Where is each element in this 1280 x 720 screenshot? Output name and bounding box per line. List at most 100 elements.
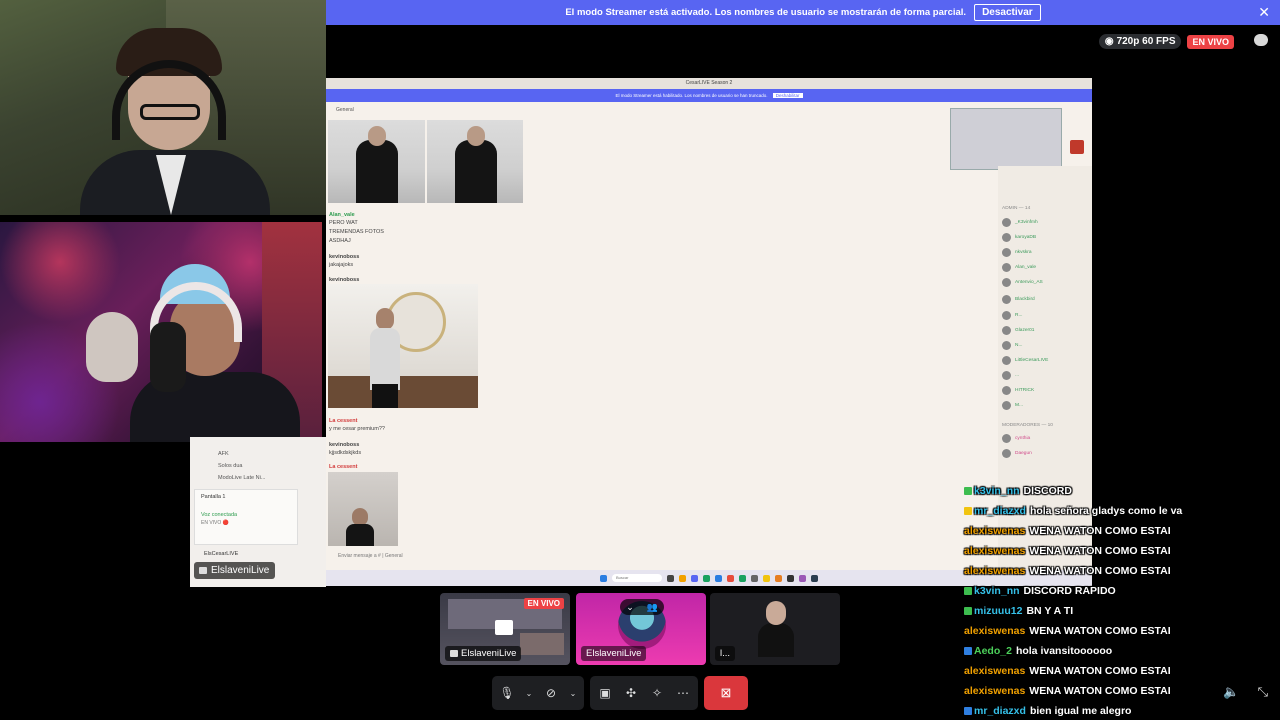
- message-text: y me cesar premium??: [329, 426, 385, 432]
- screen-icon: [199, 567, 207, 574]
- member-item: M...: [1002, 401, 1023, 410]
- voice-status: Voz conectada: [201, 512, 238, 518]
- member-item: Glazer01: [1002, 326, 1034, 335]
- member-item: Alan_vale: [1002, 263, 1036, 272]
- chat-text: hola ivansitoooooo: [1015, 645, 1113, 657]
- message-author: La cessent: [329, 418, 358, 424]
- more-icon[interactable]: ⋯: [674, 684, 692, 702]
- message-author: Alan_vale: [329, 212, 355, 218]
- camera-off-icon[interactable]: ⊘: [542, 684, 560, 702]
- chat-message: k3vin_nn DISCORD: [964, 481, 1072, 501]
- chat-username[interactable]: alexiswenas: [964, 625, 1025, 637]
- shared-message-input: Enviar mensaje a # | General: [338, 553, 403, 559]
- chat-message: mr_diazxd bien igual me alegro: [964, 701, 1131, 720]
- disable-streamer-mode-button[interactable]: Desactivar: [974, 4, 1041, 21]
- participant-tile-screen[interactable]: EN VIVO ElslaveniLive: [440, 593, 570, 665]
- soundboard-icon[interactable]: ✧: [648, 684, 666, 702]
- chat-message: Aedo_2 hola ivansitoooooo: [964, 641, 1112, 661]
- chat-text: WENA WATON COMO ESTAI: [1029, 685, 1171, 697]
- hangup-button[interactable]: ⊠: [704, 676, 748, 710]
- chat-username[interactable]: k3vin_nn: [974, 485, 1020, 497]
- shared-banner-button: Deshabilitar: [772, 93, 803, 98]
- chat-username[interactable]: alexiswenas: [964, 545, 1025, 557]
- member-item: nkvskra: [1002, 248, 1032, 257]
- chat-username[interactable]: mizuuu12: [974, 605, 1022, 617]
- chevron-down-icon[interactable]: ⌄: [626, 602, 634, 613]
- close-icon[interactable]: ✕: [1258, 4, 1270, 21]
- chevron-down-icon[interactable]: ⌄: [568, 684, 578, 702]
- chat-text: hola señora gladys como le va: [1029, 505, 1183, 517]
- chat-text: WENA WATON COMO ESTAI: [1029, 665, 1171, 677]
- member-item: N...: [1002, 341, 1022, 350]
- chat-username[interactable]: alexiswenas: [964, 665, 1025, 677]
- chat-text: WENA WATON COMO ESTAI: [1029, 565, 1171, 577]
- webcam-feed-top: [0, 0, 326, 215]
- member-item: R...: [1002, 311, 1022, 320]
- tile-label: ElslaveniLive: [581, 646, 647, 661]
- hangup-icon: ⊠: [720, 685, 732, 700]
- suit-photo-1: [328, 120, 425, 203]
- call-control-bar: 🎙 ⌄ ⊘ ⌄ ▣ ✣ ✧ ⋯ ⊠: [492, 675, 776, 711]
- chat-message: alexiswenas WENA WATON COMO ESTAI: [964, 541, 1171, 561]
- chat-message: mizuuu12 BN Y A TI: [964, 601, 1073, 621]
- voice-channel: Solos dua: [218, 463, 243, 469]
- activities-icon[interactable]: ✣: [622, 684, 640, 702]
- message-text: jakajajoks: [329, 262, 354, 268]
- chat-text: bien igual me alegro: [1029, 705, 1132, 717]
- chat-username[interactable]: alexiswenas: [964, 685, 1025, 697]
- chat-bubble-icon[interactable]: [1254, 34, 1268, 46]
- stream-quality-badge: ◉ 720p 60 FPS: [1098, 34, 1182, 49]
- chat-message: alexiswenas WENA WATON COMO ESTAI: [964, 621, 1171, 641]
- corner-controls: 🔈 ⤡: [1223, 684, 1268, 700]
- current-user: ElsCesarLIVE: [204, 551, 239, 557]
- member-section-header: MODERADORES — 10: [1002, 423, 1053, 428]
- volume-icon[interactable]: 🔈: [1223, 684, 1239, 700]
- fullscreen-exit-icon[interactable]: ⤡: [1258, 684, 1268, 700]
- chat-text: WENA WATON COMO ESTAI: [1029, 625, 1171, 637]
- screen-label: Pantalla 1: [201, 494, 226, 500]
- chat-username[interactable]: alexiswenas: [964, 565, 1025, 577]
- stream-name: ElslaveniLive: [211, 565, 270, 576]
- chat-message: alexiswenas WENA WATON COMO ESTAI: [964, 681, 1171, 701]
- participant-tile-avatar[interactable]: ⌄ 👥 ElslaveniLive: [576, 593, 706, 665]
- chat-username[interactable]: k3vin_nn: [974, 585, 1020, 597]
- chat-text: BN Y A TI: [1026, 605, 1074, 617]
- chat-username[interactable]: mr_diazxd: [974, 505, 1026, 517]
- discord-stream-view: El modo Streamer está activado. Los nomb…: [0, 0, 1280, 720]
- chevron-down-icon[interactable]: ⌄: [524, 684, 534, 702]
- chat-badge-icon: [964, 507, 972, 515]
- microphone-icon[interactable]: 🎙: [498, 684, 516, 702]
- screen-icon: [450, 650, 458, 657]
- member-item: Blackbird: [1002, 295, 1035, 304]
- tile-controls: ⌄ 👥: [620, 599, 664, 615]
- chat-username[interactable]: mr_diazxd: [974, 705, 1026, 717]
- webcam-feed-bottom: [0, 222, 322, 442]
- chat-username[interactable]: alexiswenas: [964, 525, 1025, 537]
- portrait-photo: [328, 284, 478, 408]
- stream-quality-text: 720p 60 FPS: [1116, 36, 1176, 47]
- mini-stream-preview: [950, 108, 1062, 170]
- chat-badge-icon: [964, 647, 972, 655]
- voice-sub: EN VIVO 🔴: [201, 520, 229, 526]
- chat-text: WENA WATON COMO ESTAI: [1029, 525, 1171, 537]
- member-item: Antenvio_AS: [1002, 278, 1043, 287]
- live-badge: EN VIVO: [523, 598, 564, 609]
- member-item: karoyaDB: [1002, 233, 1036, 242]
- participant-tile-camera[interactable]: l...: [710, 593, 840, 665]
- tile-label: l...: [715, 646, 736, 661]
- chat-message: alexiswenas WENA WATON COMO ESTAI: [964, 561, 1171, 581]
- chat-username[interactable]: Aedo_2: [974, 645, 1012, 657]
- tile-label: ElslaveniLive: [445, 646, 522, 661]
- stream-info: ◉ 720p 60 FPS EN VIVO: [1098, 34, 1234, 49]
- screen-share-icon[interactable]: ▣: [596, 684, 614, 702]
- chat-text: WENA WATON COMO ESTAI: [1029, 545, 1171, 557]
- chat-message: alexiswenas WENA WATON COMO ESTAI: [964, 521, 1171, 541]
- users-icon[interactable]: 👥: [646, 602, 657, 613]
- taskbar-search: Buscar: [612, 574, 662, 582]
- member-item: _K3vinfmh: [1002, 218, 1038, 227]
- message-author: kevinoboss: [329, 254, 360, 260]
- message-text: ASDHAJ: [329, 238, 351, 244]
- message-author: kevinoboss: [329, 277, 360, 283]
- member-item: LittleCesarLIVE: [1002, 356, 1048, 365]
- eye-icon: ◉: [1104, 36, 1114, 47]
